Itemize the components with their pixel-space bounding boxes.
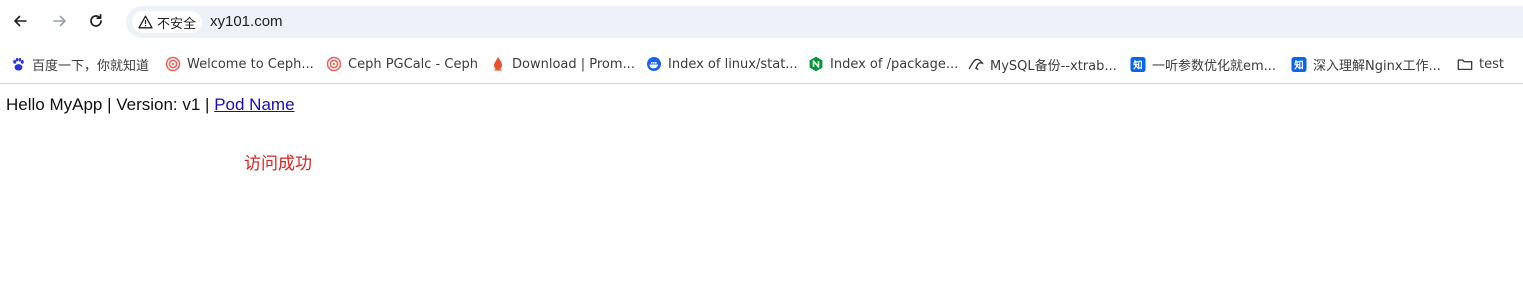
bookmark-label: Ceph PGCalc - Ceph [348,56,478,72]
reload-icon [90,13,102,27]
bookmark-baidu[interactable]: 百度一下，你就知道 [10,54,149,74]
ceph-icon [165,56,181,72]
svg-text:知: 知 [1132,59,1142,71]
ceph-icon [326,56,342,72]
arrow-right-icon [53,15,66,27]
folder-icon [1457,56,1473,72]
mysql-icon [968,56,984,72]
bookmark-index-packages[interactable]: Index of /package... [808,54,958,74]
bookmark-label: Welcome to Ceph... [187,56,314,72]
security-chip[interactable]: 不安全 [132,11,203,33]
bookmark-ceph-pgcalc[interactable]: Ceph PGCalc - Ceph [326,54,478,74]
pod-name-link[interactable]: Pod Name [214,95,294,114]
hello-text: Hello MyApp | Version: v1 | [6,95,215,114]
reload-button[interactable] [85,10,107,32]
bookmark-prometheus-download[interactable]: Download | Prom... [490,54,635,74]
bookmark-index-linux-static[interactable]: Index of linux/stat... [646,54,798,74]
bookmark-zhihu-nginx[interactable]: 知 深入理解Nginx工作... [1291,54,1441,74]
bookmark-label: Index of linux/stat... [668,56,798,72]
back-button[interactable] [9,10,31,32]
bookmark-label: 深入理解Nginx工作... [1313,58,1441,74]
bookmark-label: 一听参数优化就em... [1152,58,1277,74]
bookmark-label: test [1479,56,1504,72]
baidu-icon [10,56,26,72]
warning-icon [138,15,153,29]
bookmark-welcome-ceph[interactable]: Welcome to Ceph... [165,54,314,74]
success-message: 访问成功 [244,154,312,174]
zhihu-icon: 知 [1130,56,1146,72]
arrow-left-icon [14,15,27,27]
page-content: Hello MyApp | Version: v1 | Pod Name 访问成… [0,85,1523,296]
bookmark-label: Download | Prom... [512,56,635,72]
hello-line: Hello MyApp | Version: v1 | Pod Name [6,95,295,115]
zhihu-icon: 知 [1291,56,1307,72]
svg-text:知: 知 [1293,59,1303,71]
forward-button[interactable] [49,10,71,32]
url-text[interactable]: xy101.com [210,13,283,30]
address-bar[interactable]: 不安全 xy101.com [126,6,1523,38]
nginx-icon [808,56,824,72]
browser-toolbar: 不安全 xy101.com [0,0,1523,44]
bookmark-mysql-backup[interactable]: MySQL备份--xtrab... [968,54,1117,74]
docker-icon [646,56,662,72]
bookmark-zhihu-params[interactable]: 知 一听参数优化就em... [1130,54,1276,74]
security-label: 不安全 [157,16,197,32]
bookmark-folder-test[interactable]: test [1457,54,1504,74]
bookmark-label: Index of /package... [830,56,959,72]
bookmarks-bar: 百度一下，你就知道 Welcome to Ceph... Ceph PGCalc… [0,44,1523,84]
bookmark-label: MySQL备份--xtrab... [990,58,1117,74]
bookmark-label: 百度一下，你就知道 [32,58,150,74]
prometheus-icon [490,56,506,72]
